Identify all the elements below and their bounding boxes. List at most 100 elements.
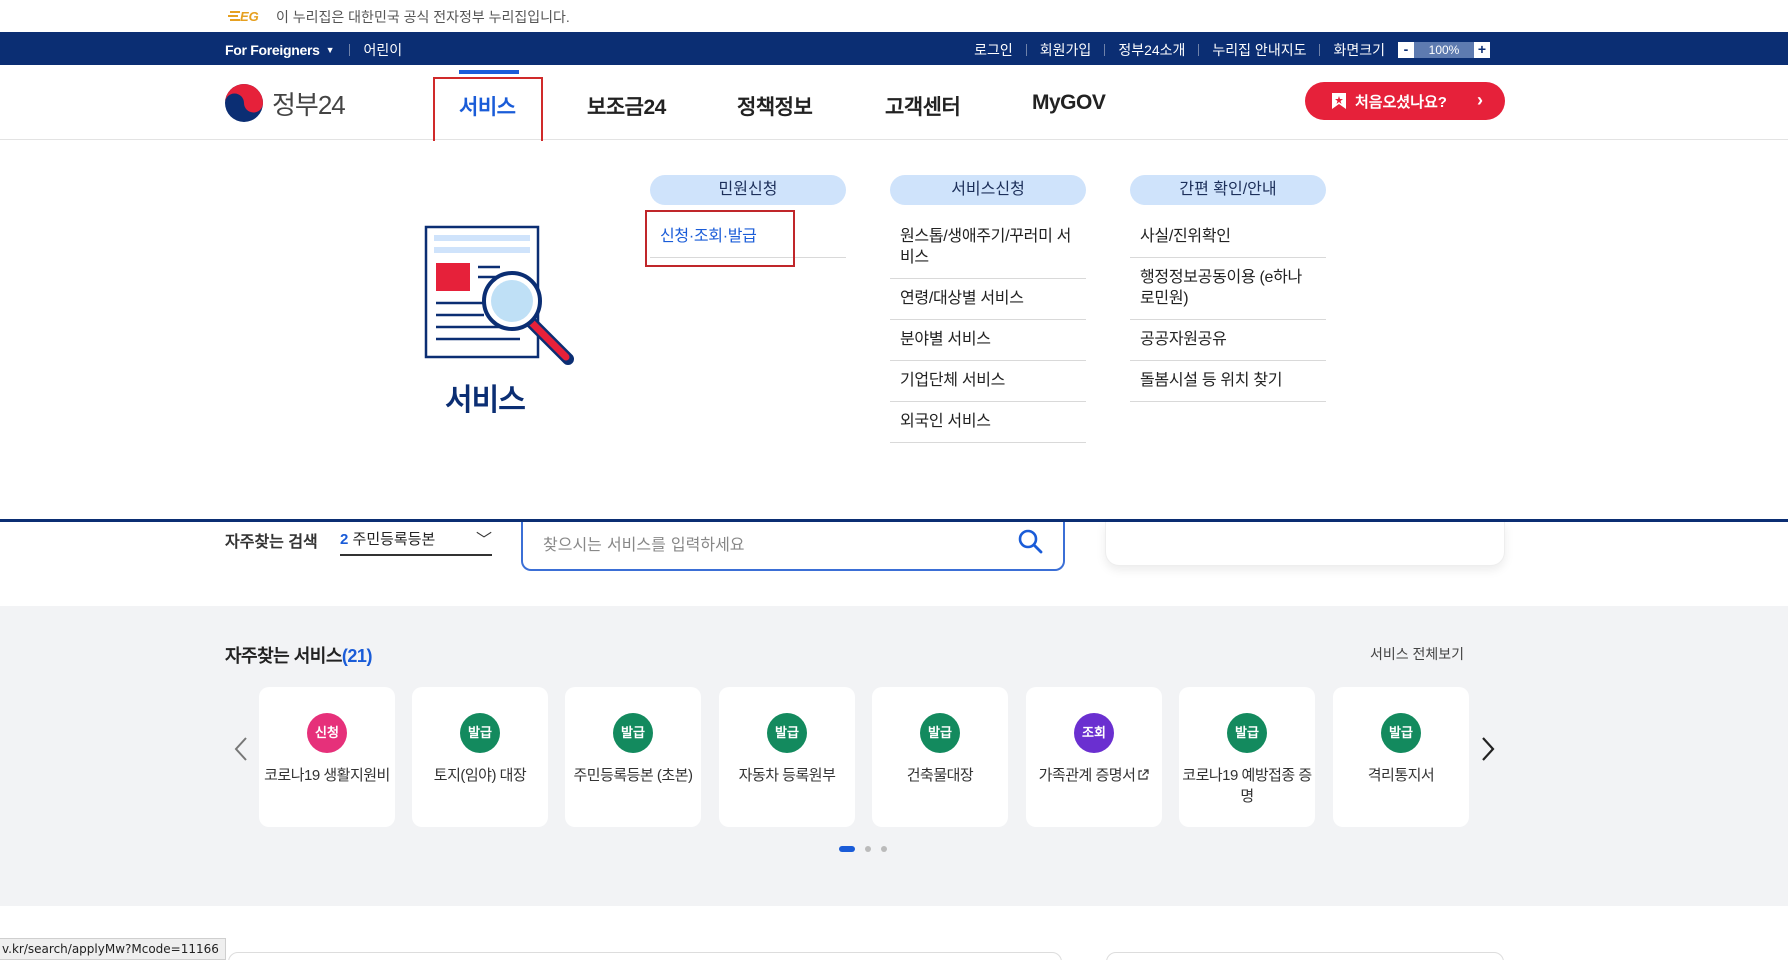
chevron-right-icon: › <box>1477 90 1483 110</box>
menu-link-fact-check[interactable]: 사실/진위확인 <box>1130 217 1326 258</box>
search-box <box>521 522 1065 571</box>
service-label: 가족관계 증명서 <box>1026 765 1162 786</box>
search-icon[interactable] <box>1017 528 1043 554</box>
nav-policy-info[interactable]: 정책정보 <box>737 91 813 121</box>
service-label: 토지(임야) 대장 <box>433 767 527 784</box>
service-card[interactable]: 신청 코로나19 생활지원비 <box>259 687 395 827</box>
service-card[interactable]: 발급 격리통지서 <box>1333 687 1469 827</box>
frequent-services-section: 자주찾는 서비스(21) 서비스 전체보기 신청 코로나19 생활지원비 발급 … <box>0 606 1788 906</box>
menu-link-business[interactable]: 기업단체 서비스 <box>890 361 1086 402</box>
service-badge: 발급 <box>1227 713 1267 753</box>
service-badge: 신청 <box>307 713 347 753</box>
view-all-services-link[interactable]: 서비스 전체보기 <box>1370 644 1464 664</box>
bookmark-icon <box>1332 93 1346 109</box>
service-label: 코로나19 예방접종 증명 <box>1182 767 1312 805</box>
menu-column-quick-check: 간편 확인/안내 사실/진위확인 행정정보공동이용 (e하나로민원) 공공자원공… <box>1130 175 1326 402</box>
pagination-dot-active[interactable] <box>839 846 855 852</box>
bottom-card-right <box>1106 952 1504 960</box>
frequent-services-title: 자주찾는 서비스(21) <box>225 642 372 668</box>
screen-size-label: 화면크기 <box>1333 42 1385 58</box>
zoom-level: 100% <box>1414 42 1474 58</box>
service-badge: 조회 <box>1074 713 1114 753</box>
external-link-icon <box>1138 769 1149 780</box>
site-logo[interactable]: 정부24 <box>224 83 346 123</box>
service-card[interactable]: 발급 코로나19 예방접종 증명 <box>1179 687 1315 827</box>
kids-link[interactable]: 어린이 <box>364 40 403 60</box>
nav-subsidy24[interactable]: 보조금24 <box>587 91 666 121</box>
menu-link-foreigner[interactable]: 외국인 서비스 <box>890 402 1086 443</box>
site-header: 정부24 서비스 보조금24 정책정보 고객센터 MyGOV 처음오셨나요? › <box>0 65 1788 140</box>
frequent-services-count: (21) <box>341 646 373 666</box>
chevron-left-icon[interactable] <box>231 734 251 764</box>
menu-link-care-location[interactable]: 돌봄시설 등 위치 찾기 <box>1130 361 1326 402</box>
column-heading: 민원신청 <box>650 175 846 205</box>
highlight-box-link <box>645 210 795 267</box>
service-card[interactable]: 발급 건축물대장 <box>872 687 1008 827</box>
service-badge: 발급 <box>767 713 807 753</box>
service-badge: 발급 <box>460 713 500 753</box>
highlight-box-nav <box>433 77 543 150</box>
search-section: 자주찾는 검색 2 주민등록등본 ﹀ <box>0 522 1788 606</box>
zoom-in-button[interactable]: + <box>1474 42 1490 58</box>
gov-notice-text: 이 누리집은 대한민국 공식 전자정부 누리집입니다. <box>276 9 570 25</box>
search-input[interactable] <box>543 532 1003 556</box>
gov-notice-bar: EG 이 누리집은 대한민국 공식 전자정부 누리집입니다. <box>0 0 1788 32</box>
frequent-search-label: 자주찾는 검색 <box>225 534 318 551</box>
bottom-card-left <box>228 952 1062 960</box>
logo-text: 정부24 <box>272 89 346 120</box>
nav-active-underline <box>459 70 519 74</box>
zoom-control: - 100% + <box>1398 42 1490 58</box>
service-card[interactable]: 발급 주민등록등본 (초본) <box>565 687 701 827</box>
service-label: 건축물대장 <box>906 767 974 784</box>
signup-link[interactable]: 회원가입 <box>1040 40 1092 60</box>
pagination-dot[interactable] <box>881 846 887 852</box>
side-panel-card <box>1105 522 1505 566</box>
service-card[interactable]: 조회 가족관계 증명서 <box>1026 687 1162 827</box>
pagination-dot[interactable] <box>865 846 871 852</box>
svg-text:EG: EG <box>240 9 259 23</box>
zoom-out-button[interactable]: - <box>1398 42 1414 58</box>
document-search-icon <box>424 225 574 365</box>
menu-link-public-resource[interactable]: 공공자원공유 <box>1130 320 1326 361</box>
menu-link-admin-info-share[interactable]: 행정정보공동이용 (e하나로민원) <box>1130 258 1326 320</box>
menu-column-service-apply: 서비스신청 원스톱/생애주기/꾸러미 서비스 연령/대상별 서비스 분야별 서비… <box>890 175 1086 443</box>
frequent-services-title-text: 자주찾는 서비스 <box>225 646 342 666</box>
service-label-text: 가족관계 증명서 <box>1038 767 1136 784</box>
service-label: 주민등록등본 (초본) <box>573 767 693 784</box>
service-label: 자동차 등록원부 <box>738 767 836 784</box>
service-card[interactable]: 발급 자동차 등록원부 <box>719 687 855 827</box>
nav-mygov[interactable]: MyGOV <box>1032 91 1106 115</box>
caret-down-icon[interactable]: ▼ <box>326 45 335 55</box>
egov-logo-icon: EG <box>228 9 259 23</box>
nav-customer-center[interactable]: 고객센터 <box>885 91 961 121</box>
carousel-pagination <box>839 846 897 852</box>
chevron-right-icon[interactable] <box>1478 734 1498 764</box>
service-badge: 발급 <box>920 713 960 753</box>
taegeuk-logo-icon <box>225 84 263 122</box>
menu-link-onestop[interactable]: 원스톱/생애주기/꾸러미 서비스 <box>890 217 1086 279</box>
service-label: 격리통지서 <box>1367 767 1435 784</box>
about-link[interactable]: 정부24소개 <box>1118 40 1185 60</box>
first-visit-button[interactable]: 처음오셨나요? › <box>1305 82 1505 120</box>
service-card[interactable]: 발급 토지(임야) 대장 <box>412 687 548 827</box>
service-badge: 발급 <box>1381 713 1421 753</box>
frequent-search-select[interactable]: 2 주민등록등본 ﹀ <box>340 528 492 556</box>
menu-link-field[interactable]: 분야별 서비스 <box>890 320 1086 361</box>
mega-menu-title: 서비스 <box>445 384 526 417</box>
frequent-search-value: 주민등록등본 <box>352 531 436 548</box>
bottom-cards <box>0 950 1788 960</box>
login-link[interactable]: 로그인 <box>974 40 1013 60</box>
chevron-down-icon: ﹀ <box>475 532 492 549</box>
service-label: 코로나19 생활지원비 <box>264 767 390 784</box>
service-badge: 발급 <box>613 713 653 753</box>
column-heading: 간편 확인/안내 <box>1130 175 1326 205</box>
for-foreigners-link[interactable]: For Foreigners <box>225 42 320 58</box>
mega-menu: 서비스 민원신청 신청·조회·발급 서비스신청 원스톱/생애주기/꾸러미 서비스… <box>0 141 1788 522</box>
column-heading: 서비스신청 <box>890 175 1086 205</box>
sitemap-link[interactable]: 누리집 안내지도 <box>1212 40 1306 60</box>
utility-bar: For Foreigners ▼ 어린이 로그인 회원가입 정부24소개 누리집… <box>0 32 1788 65</box>
first-visit-label: 처음오셨나요? <box>1355 93 1447 111</box>
frequent-search-rank: 2 <box>340 531 349 548</box>
status-bar-url: v.kr/search/applyMw?Mcode=11166 <box>0 938 226 960</box>
menu-link-age-target[interactable]: 연령/대상별 서비스 <box>890 279 1086 320</box>
